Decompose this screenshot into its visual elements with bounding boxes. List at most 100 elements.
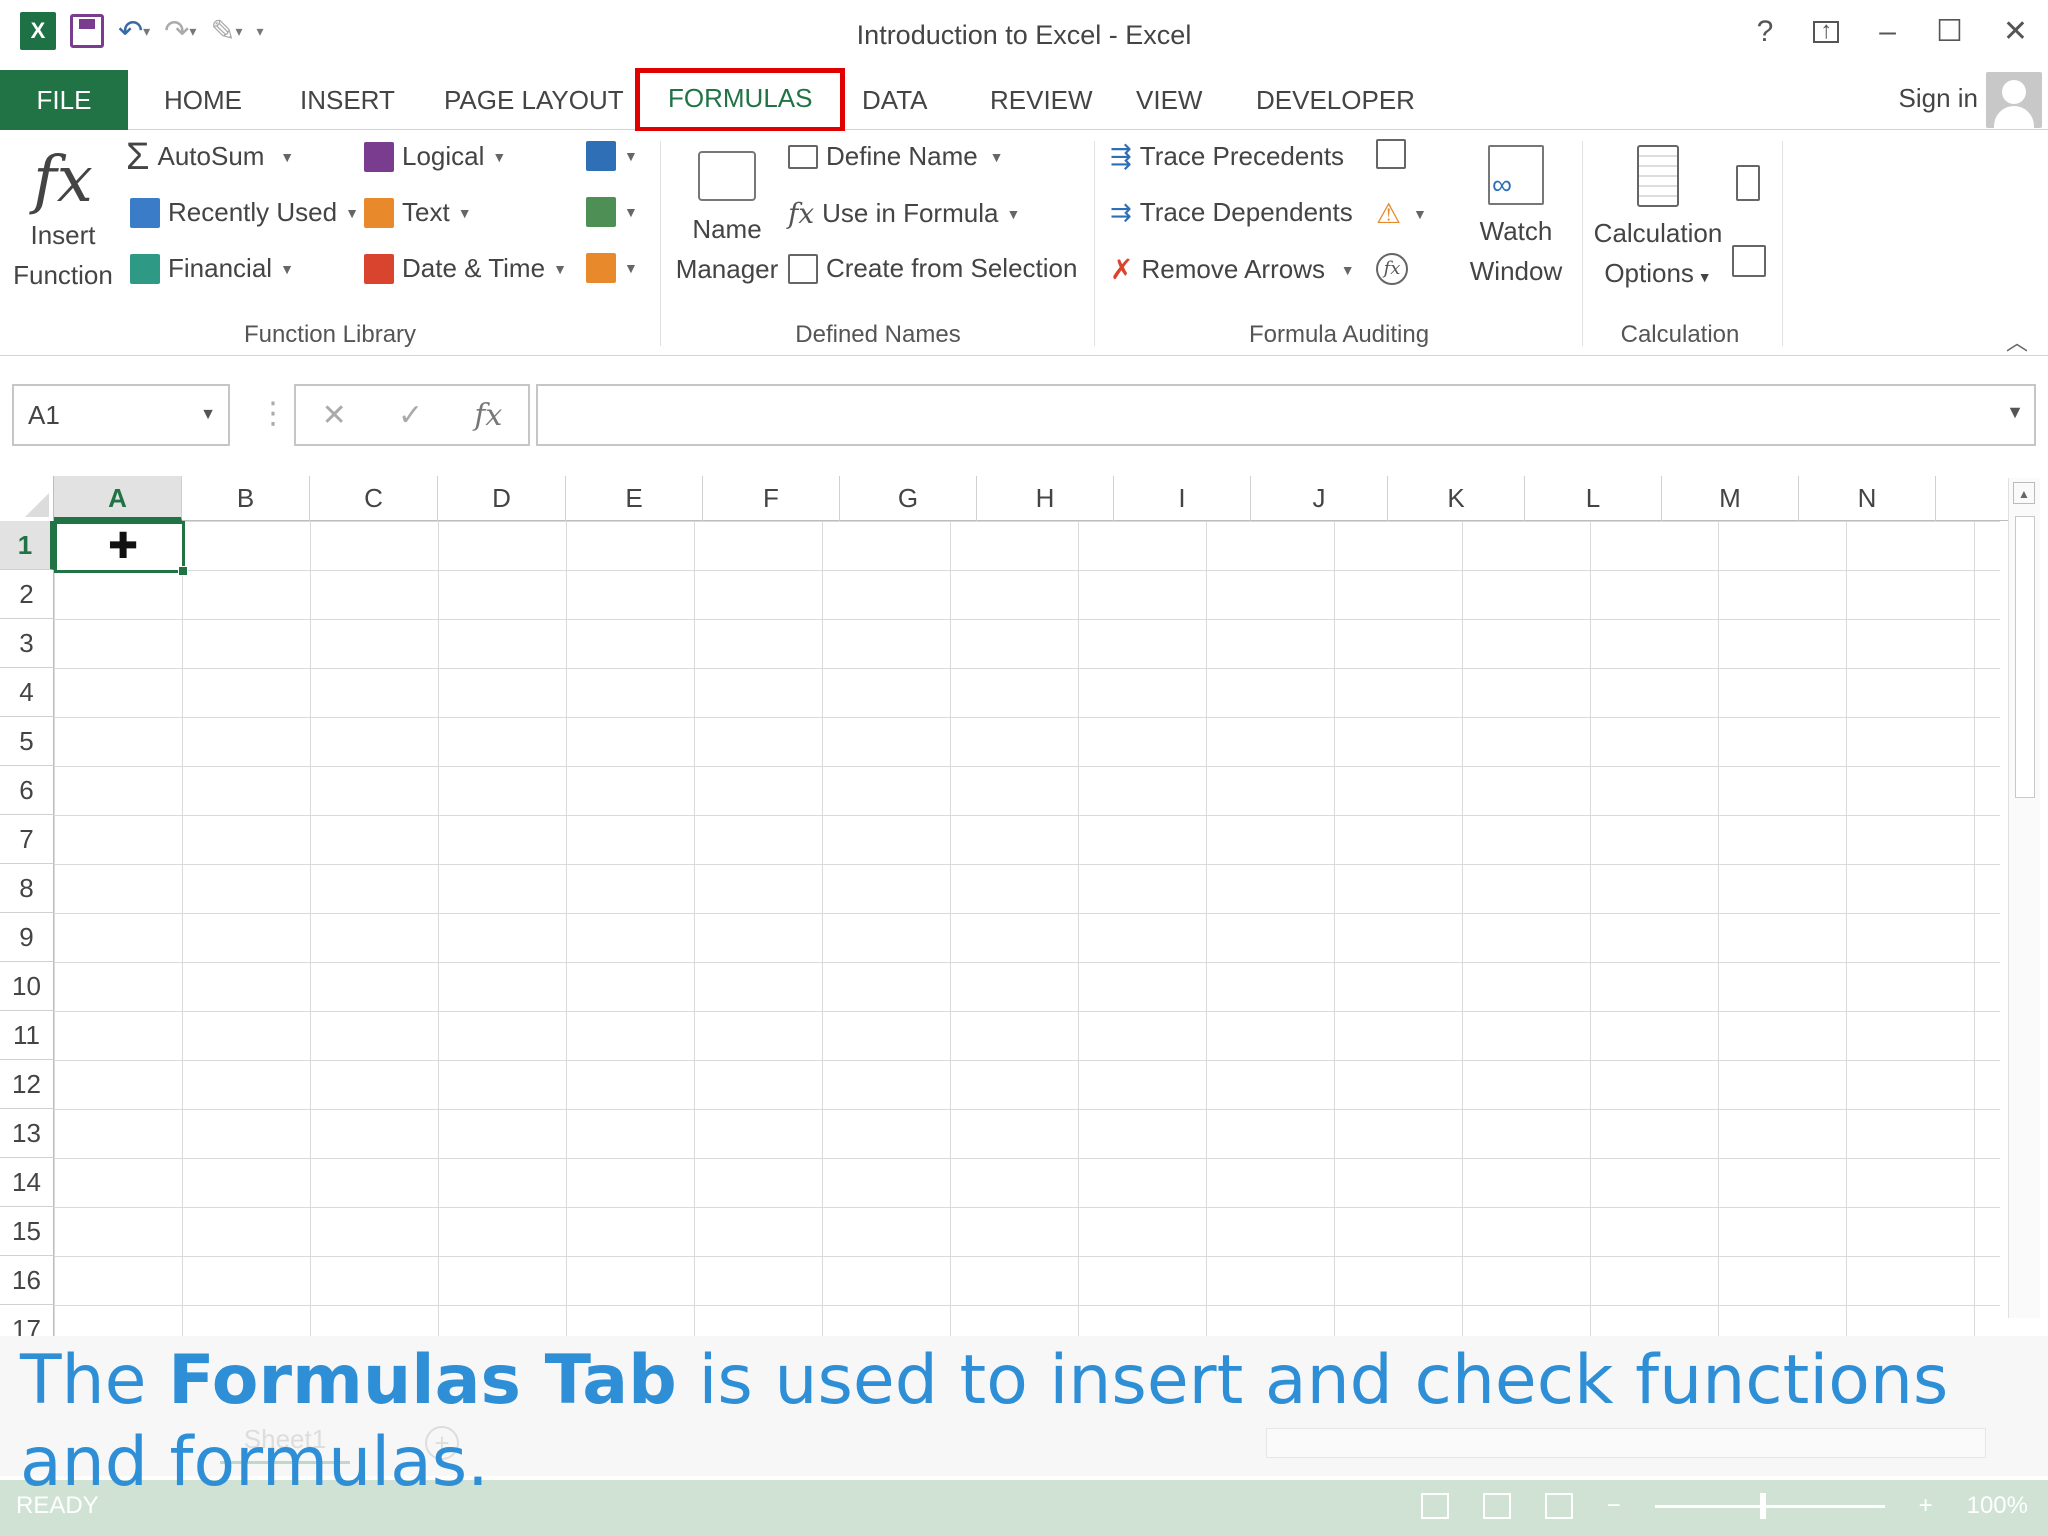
- column-header-e[interactable]: E: [566, 476, 703, 521]
- formula-bar-resize-handle[interactable]: ⋮: [258, 396, 288, 431]
- column-header-a[interactable]: A: [54, 476, 182, 521]
- scroll-thumb[interactable]: [2015, 516, 2035, 798]
- undo-icon[interactable]: ↶ ▾: [118, 14, 150, 49]
- text-button[interactable]: Text ▼: [364, 197, 472, 228]
- star-book-icon: [130, 197, 160, 228]
- column-header-m[interactable]: M: [1662, 476, 1799, 521]
- row-header-6[interactable]: 6: [0, 766, 54, 815]
- customize-qat-icon[interactable]: ▾: [257, 23, 264, 40]
- column-header-l[interactable]: L: [1525, 476, 1662, 521]
- column-header-c[interactable]: C: [310, 476, 438, 521]
- scroll-up-icon[interactable]: ▲: [2013, 482, 2035, 504]
- row-header-12[interactable]: 12: [0, 1060, 54, 1109]
- expand-formula-bar-icon[interactable]: ▼: [2006, 402, 2024, 423]
- column-header-g[interactable]: G: [840, 476, 977, 521]
- group-label-formula-auditing: Formula Auditing: [1248, 321, 1430, 348]
- logical-button[interactable]: Logical ▼: [364, 141, 506, 172]
- more-functions-button[interactable]: ▼: [586, 253, 638, 283]
- insert-function-button[interactable]: fx Insert Function: [8, 145, 118, 295]
- tab-file[interactable]: FILE: [0, 70, 128, 130]
- tab-home[interactable]: HOME: [164, 70, 242, 130]
- touch-mode-icon[interactable]: ✎ ▾: [210, 14, 242, 49]
- financial-button[interactable]: Financial ▼: [130, 253, 294, 284]
- calculate-now-button[interactable]: [1736, 165, 1760, 201]
- error-checking-button[interactable]: ⚠ ▼: [1376, 197, 1427, 230]
- autosum-button[interactable]: Σ AutoSum ▼: [126, 138, 294, 176]
- row-header-17[interactable]: 17: [0, 1305, 54, 1336]
- column-header-f[interactable]: F: [703, 476, 840, 521]
- column-header-h[interactable]: H: [977, 476, 1114, 521]
- trace-precedents-button[interactable]: ⇶ Trace Precedents: [1110, 141, 1344, 172]
- name-manager-button[interactable]: Name Manager: [668, 151, 786, 289]
- trace-dependents-button[interactable]: ⇉ Trace Dependents: [1110, 197, 1353, 228]
- tab-page-layout[interactable]: PAGE LAYOUT: [444, 70, 624, 130]
- row-header-5[interactable]: 5: [0, 717, 54, 766]
- row-header-10[interactable]: 10: [0, 962, 54, 1011]
- group-divider: [660, 141, 661, 346]
- save-icon[interactable]: [70, 14, 104, 48]
- select-all-button[interactable]: [0, 476, 54, 521]
- column-header-k[interactable]: K: [1388, 476, 1525, 521]
- row-header-4[interactable]: 4: [0, 668, 54, 717]
- group-divider: [1782, 141, 1783, 346]
- column-header-j[interactable]: J: [1251, 476, 1388, 521]
- tab-developer[interactable]: DEVELOPER: [1256, 70, 1415, 130]
- show-formulas-button[interactable]: [1376, 139, 1406, 169]
- use-in-formula-button[interactable]: fx Use in Formula ▼: [788, 197, 1020, 230]
- column-header-n[interactable]: N: [1799, 476, 1936, 521]
- row-header-9[interactable]: 9: [0, 913, 54, 962]
- maximize-icon[interactable]: ☐: [1936, 14, 1963, 49]
- row-header-16[interactable]: 16: [0, 1256, 54, 1305]
- row-header-8[interactable]: 8: [0, 864, 54, 913]
- math-trig-button[interactable]: ▼: [586, 197, 638, 227]
- sign-in-link[interactable]: Sign in: [1899, 78, 1979, 118]
- ribbon-display-options-icon[interactable]: ↑: [1813, 18, 1840, 43]
- tab-insert[interactable]: INSERT: [300, 70, 395, 130]
- close-icon[interactable]: ✕: [2003, 14, 2028, 49]
- enter-icon[interactable]: ✓: [398, 398, 423, 433]
- row-header-7[interactable]: 7: [0, 815, 54, 864]
- tab-review[interactable]: REVIEW: [990, 70, 1093, 130]
- avatar[interactable]: [1986, 72, 2042, 128]
- watch-window-button[interactable]: ∞ Watch Window: [1460, 145, 1572, 291]
- formula-input[interactable]: ▼: [536, 384, 2036, 446]
- chevron-down-icon[interactable]: ▼: [200, 386, 216, 444]
- redo-icon[interactable]: ↷ ▾: [164, 14, 196, 49]
- row-header-14[interactable]: 14: [0, 1158, 54, 1207]
- calculate-sheet-button[interactable]: [1732, 245, 1766, 277]
- calculation-options-button[interactable]: Calculation Options ▼: [1590, 145, 1726, 297]
- minimize-icon[interactable]: ‒: [1879, 15, 1896, 49]
- quick-access-toolbar: X ↶ ▾ ↷ ▾ ✎ ▾ ▾: [20, 12, 264, 50]
- vertical-scrollbar[interactable]: ▲: [2008, 478, 2040, 1318]
- column-header-i[interactable]: I: [1114, 476, 1251, 521]
- title-bar: X ↶ ▾ ↷ ▾ ✎ ▾ ▾ Introduction to Excel - Exc…: [0, 0, 2048, 70]
- excel-logo-icon[interactable]: X: [20, 12, 56, 50]
- date-time-button[interactable]: Date & Time ▼: [364, 253, 567, 284]
- cancel-icon[interactable]: ✕: [322, 398, 347, 433]
- row-header-15[interactable]: 15: [0, 1207, 54, 1256]
- column-header-b[interactable]: B: [182, 476, 310, 521]
- watch-window-icon: ∞: [1488, 145, 1544, 205]
- insert-function-icon[interactable]: fx: [474, 398, 502, 433]
- row-header-13[interactable]: 13: [0, 1109, 54, 1158]
- cell-area[interactable]: [54, 521, 2000, 1336]
- worksheet-grid[interactable]: ABCDEFGHIJKLMN 1 2 3 4 5 6 7 8 9 10 11 12 13 14 15 16 17: [0, 476, 2010, 1336]
- define-name-button[interactable]: Define Name ▼: [788, 141, 1003, 172]
- evaluate-formula-button[interactable]: fx: [1376, 253, 1408, 285]
- collapse-ribbon-icon[interactable]: ︿: [2006, 325, 2028, 357]
- help-icon[interactable]: ?: [1757, 15, 1774, 49]
- zoom-slider[interactable]: [1654, 1492, 1885, 1519]
- recently-used-button[interactable]: Recently Used ▼: [130, 197, 359, 228]
- row-header-11[interactable]: 11: [0, 1011, 54, 1060]
- remove-arrows-button[interactable]: ✗ Remove Arrows ▼: [1110, 253, 1355, 286]
- row-header-2[interactable]: 2: [0, 570, 54, 619]
- row-header-1[interactable]: 1: [0, 521, 54, 570]
- row-header-3[interactable]: 3: [0, 619, 54, 668]
- create-from-selection-button[interactable]: Create from Selection: [788, 253, 1077, 284]
- tab-formulas[interactable]: FORMULAS: [635, 68, 846, 132]
- tab-data[interactable]: DATA: [862, 70, 927, 130]
- tab-view[interactable]: VIEW: [1136, 70, 1202, 130]
- name-box[interactable]: A1 ▼: [12, 384, 230, 446]
- column-header-d[interactable]: D: [438, 476, 566, 521]
- lookup-reference-button[interactable]: ▼: [586, 141, 638, 171]
